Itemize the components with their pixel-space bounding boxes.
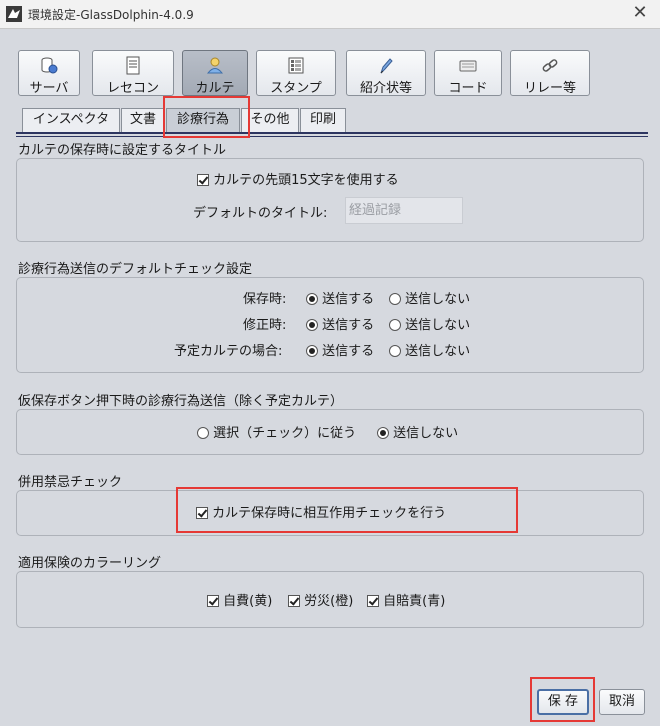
category-label: カルテ (195, 81, 235, 96)
jibaiseki-label: 自賠責(青) (383, 594, 446, 609)
temp-save-follow-radio[interactable]: 選択（チェック）に従う (197, 422, 356, 441)
radio-nosend-label: 送信しない (405, 344, 471, 359)
radio-send-label: 送信する (322, 344, 375, 359)
save-button[interactable]: 保 存 (537, 689, 589, 715)
save-time-send-radio[interactable]: 送信する (306, 288, 374, 307)
scheduled-karte-label: 予定カルテの場合: (174, 344, 283, 359)
karte-person-icon (206, 57, 224, 74)
scheduled-send-radio[interactable]: 送信する (306, 340, 374, 359)
radio-send[interactable] (306, 319, 318, 331)
group-title-karte-title: カルテの保存時に設定するタイトル (18, 143, 227, 158)
radio-nosend[interactable] (389, 293, 401, 305)
modify-time-nosend-radio[interactable]: 送信しない (389, 314, 470, 333)
tab-divider-secondary (16, 136, 648, 137)
radio-send-label: 送信する (322, 292, 375, 307)
category-label: 紹介状等 (359, 81, 412, 96)
keyboard-icon (459, 60, 477, 72)
radio-nosend-label: 送信しない (405, 318, 471, 333)
radio-follow-check[interactable] (197, 427, 209, 439)
save-time-label: 保存時: (243, 292, 287, 307)
interaction-check-label: カルテ保存時に相互作用チェックを行う (212, 506, 447, 521)
tab-print[interactable]: 印刷 (300, 108, 346, 132)
radio-nosend-label: 送信しない (405, 292, 471, 307)
category-label: リレー等 (523, 81, 576, 96)
window-title: 環境設定-GlassDolphin-4.0.9 (28, 8, 194, 22)
category-label: サーバ (29, 81, 69, 96)
category-button-stamp[interactable]: スタンプ (256, 50, 336, 96)
rosai-label: 労災(橙) (304, 594, 354, 609)
scheduled-nosend-radio[interactable]: 送信しない (389, 340, 470, 359)
server-db-icon (41, 57, 58, 74)
default-title-label: デフォルトのタイトル: (193, 206, 328, 221)
link-chain-icon (542, 59, 558, 72)
temp-save-nosend-radio[interactable]: 送信しない (377, 422, 458, 441)
radio-send-label: 送信する (322, 318, 375, 333)
radio-follow-check-label: 選択（チェック）に従う (213, 426, 357, 441)
group-title-default-send: 診療行為送信のデフォルトチェック設定 (18, 262, 253, 277)
category-label: スタンプ (270, 81, 322, 96)
category-button-code[interactable]: コード (434, 50, 502, 96)
dolphin-app-icon (6, 6, 22, 22)
self-pay-label: 自費(黄) (223, 594, 273, 609)
tab-other[interactable]: その他 (241, 108, 299, 132)
category-button-relay[interactable]: リレー等 (510, 50, 590, 96)
tab-divider (16, 132, 648, 134)
radio-send[interactable] (306, 293, 318, 305)
category-button-recepcon[interactable]: レセコン (92, 50, 174, 96)
category-label: レセコン (106, 81, 159, 96)
pen-icon (380, 58, 393, 74)
title-bar: 環境設定-GlassDolphin-4.0.9 ✕ (0, 0, 660, 29)
save-time-nosend-radio[interactable]: 送信しない (389, 288, 470, 307)
rosai-checkbox[interactable] (288, 595, 300, 607)
group-title-interaction: 併用禁忌チェック (18, 475, 123, 490)
use-first15-checkbox-row[interactable]: カルテの先頭15文字を使用する (197, 169, 399, 188)
tab-document[interactable]: 文書 (121, 108, 165, 132)
modify-time-label: 修正時: (243, 318, 287, 333)
group-title-coloring: 適用保険のカラーリング (18, 556, 162, 571)
radio-send[interactable] (306, 345, 318, 357)
jibaiseki-checkbox[interactable] (367, 595, 379, 607)
coloring-rosai-row[interactable]: 労災(橙) (288, 590, 353, 609)
category-button-server[interactable]: サーバ (18, 50, 80, 96)
document-icon (126, 56, 140, 75)
coloring-self-pay-row[interactable]: 自費(黄) (207, 590, 272, 609)
category-button-karte[interactable]: カルテ (182, 50, 248, 96)
coloring-jibaiseki-row[interactable]: 自賠責(青) (367, 590, 445, 609)
close-icon[interactable]: ✕ (630, 2, 650, 23)
category-button-referral[interactable]: 紹介状等 (346, 50, 426, 96)
interaction-checkbox[interactable] (196, 507, 208, 519)
modify-time-send-radio[interactable]: 送信する (306, 314, 374, 333)
use-first15-checkbox[interactable] (197, 174, 209, 186)
tab-shinryo-koui[interactable]: 診療行為 (166, 108, 240, 132)
stamp-grid-icon (288, 57, 304, 74)
interaction-check-row[interactable]: カルテ保存時に相互作用チェックを行う (196, 502, 446, 521)
group-title-temp-save: 仮保存ボタン押下時の診療行為送信（除く予定カルテ） (18, 394, 344, 409)
radio-nosend-label: 送信しない (393, 426, 459, 441)
tab-inspector[interactable]: インスペクタ (22, 108, 120, 132)
radio-nosend[interactable] (389, 319, 401, 331)
self-pay-checkbox[interactable] (207, 595, 219, 607)
radio-nosend[interactable] (377, 427, 389, 439)
default-title-input[interactable]: 経過記録 (345, 197, 463, 224)
category-label: コード (448, 81, 488, 96)
use-first15-label: カルテの先頭15文字を使用する (213, 173, 399, 188)
radio-nosend[interactable] (389, 345, 401, 357)
cancel-button[interactable]: 取消 (599, 689, 645, 715)
